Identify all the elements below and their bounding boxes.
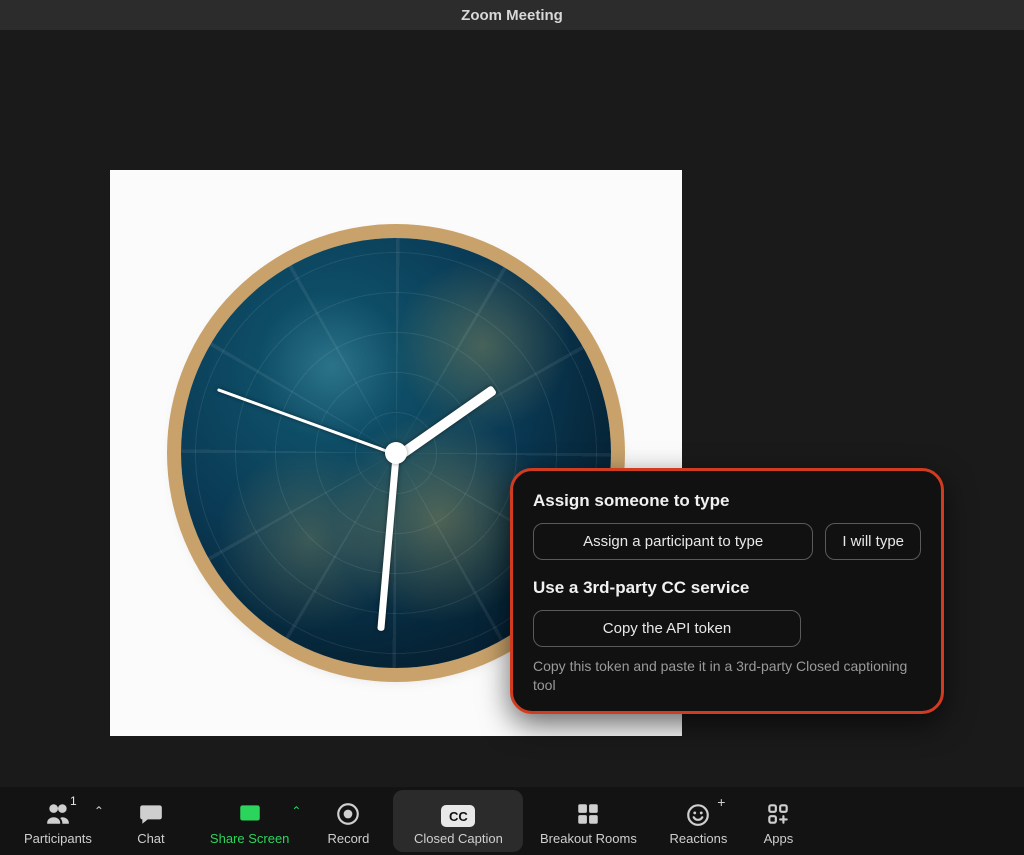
clock-hub xyxy=(385,442,407,464)
participants-count: 1 xyxy=(70,794,77,808)
record-button[interactable]: Record xyxy=(303,790,393,852)
assign-heading: Assign someone to type xyxy=(533,491,921,511)
record-icon xyxy=(335,801,361,827)
closed-caption-label: Closed Caption xyxy=(414,831,503,846)
reactions-icon xyxy=(685,801,711,827)
cc-icon: CC xyxy=(441,805,475,827)
i-will-type-button[interactable]: I will type xyxy=(825,523,921,560)
chevron-up-icon[interactable]: ⌃ xyxy=(291,804,301,818)
clock-second-hand xyxy=(217,388,397,456)
share-screen-label: Share Screen xyxy=(210,831,290,846)
breakout-rooms-icon xyxy=(575,801,601,827)
plus-icon: + xyxy=(717,794,725,810)
chat-label: Chat xyxy=(137,831,164,846)
reactions-button[interactable]: + Reactions xyxy=(653,790,743,852)
share-screen-icon xyxy=(237,801,263,827)
breakout-rooms-label: Breakout Rooms xyxy=(540,831,637,846)
copy-api-token-button[interactable]: Copy the API token xyxy=(533,610,801,647)
meeting-stage: Assign someone to type Assign a particip… xyxy=(0,30,1024,787)
record-label: Record xyxy=(327,831,369,846)
closed-caption-button[interactable]: CC Closed Caption xyxy=(393,790,523,852)
breakout-rooms-button[interactable]: Breakout Rooms xyxy=(523,790,653,852)
assign-button-row: Assign a participant to type I will type xyxy=(533,523,921,560)
clock-minute-hand xyxy=(377,456,399,631)
closed-caption-popup: Assign someone to type Assign a particip… xyxy=(510,468,944,714)
chevron-up-icon[interactable]: ⌃ xyxy=(94,804,104,818)
helper-text: Copy this token and paste it in a 3rd-pa… xyxy=(533,657,921,695)
apps-label: Apps xyxy=(764,831,794,846)
assign-participant-button[interactable]: Assign a participant to type xyxy=(533,523,813,560)
chat-icon xyxy=(138,801,164,827)
share-screen-button[interactable]: ⌃ Share Screen xyxy=(196,790,304,852)
meeting-toolbar: 1 ⌃ Participants Chat ⌃ Share Screen Rec… xyxy=(0,787,1024,855)
apps-icon xyxy=(765,801,791,827)
service-heading: Use a 3rd-party CC service xyxy=(533,578,921,598)
window-titlebar: Zoom Meeting xyxy=(0,0,1024,30)
window-title: Zoom Meeting xyxy=(461,7,563,24)
participants-button[interactable]: 1 ⌃ Participants xyxy=(10,790,106,852)
participants-label: Participants xyxy=(24,831,92,846)
apps-button[interactable]: Apps xyxy=(743,790,813,852)
clock-hour-hand xyxy=(393,385,497,462)
participants-icon xyxy=(45,801,71,827)
chat-button[interactable]: Chat xyxy=(106,790,196,852)
reactions-label: Reactions xyxy=(670,831,728,846)
